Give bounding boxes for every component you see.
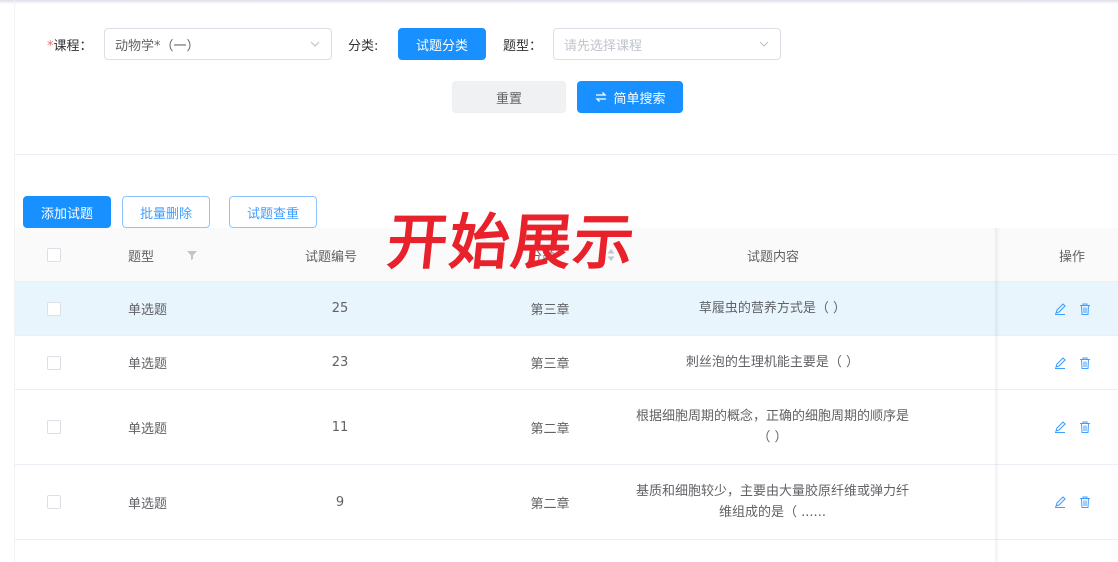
row-type: 单选题: [128, 357, 168, 372]
row-ops: [1053, 336, 1092, 389]
row-content: 草履虫的营养方式是（ ）: [698, 301, 847, 316]
simple-search-label: 简单搜索: [613, 91, 666, 107]
course-select[interactable]: 动物学*（一）: [104, 28, 332, 60]
header-ops: 操作: [1059, 228, 1085, 282]
header-content-label: 试题内容: [747, 249, 800, 265]
select-all-cell[interactable]: [47, 228, 61, 282]
row-checkbox-cell[interactable]: [47, 282, 61, 335]
chevron-down-icon: [759, 41, 769, 47]
row-checkbox[interactable]: [47, 355, 61, 370]
overlay-caption: 开始展示: [383, 208, 640, 278]
category-button[interactable]: 试题分类: [398, 28, 486, 60]
row-checkbox-cell[interactable]: [47, 390, 61, 464]
course-label: *课程：: [47, 35, 93, 54]
trash-icon[interactable]: [1078, 356, 1092, 370]
table-row[interactable]: 单选题 9 第二章 基质和细胞较少，主要由大量胶原纤维或弹力纤维组成的是（ ..…: [15, 465, 1118, 540]
edit-icon[interactable]: [1053, 356, 1067, 370]
row-ops: [1053, 282, 1092, 335]
row-checkbox-cell[interactable]: [47, 336, 61, 389]
header-number-label: 试题编号: [305, 249, 358, 265]
row-ops: [1053, 465, 1092, 539]
divider: [15, 154, 1118, 155]
row-type: 单选题: [128, 496, 168, 512]
type-label: 题型：: [503, 39, 543, 54]
duplicate-check-button[interactable]: 试题查重: [229, 196, 317, 228]
trash-icon[interactable]: [1078, 495, 1092, 509]
row-checkbox[interactable]: [47, 301, 61, 316]
fixed-column-shadow: [995, 228, 1000, 562]
edit-icon[interactable]: [1053, 495, 1067, 509]
filter-icon-cell[interactable]: [185, 228, 199, 282]
trash-icon[interactable]: [1078, 420, 1092, 434]
type-select-placeholder: 请先选择课程: [564, 38, 643, 54]
batch-delete-button[interactable]: 批量删除: [122, 196, 210, 228]
top-shadow: [0, 0, 1118, 4]
row-checkbox[interactable]: [47, 495, 61, 509]
row-category: 第二章: [530, 496, 570, 512]
category-label: 分类:: [348, 39, 379, 54]
header-content: 试题内容: [747, 228, 799, 282]
select-all-checkbox[interactable]: [47, 248, 61, 262]
chevron-down-icon: [310, 41, 320, 47]
course-label-text: 课程：: [53, 39, 93, 54]
row-content: 根据细胞周期的概念，正确的细胞周期的顺序是（ ）: [635, 409, 909, 445]
header-ops-label: 操作: [1059, 249, 1086, 265]
row-number: 25: [331, 301, 349, 316]
table-row[interactable]: 单选题 25 第三章 草履虫的营养方式是（ ）: [15, 282, 1118, 336]
row-type: 单选题: [128, 303, 168, 318]
reset-button[interactable]: 重置: [452, 81, 566, 113]
row-checkbox[interactable]: [47, 420, 61, 434]
edit-icon[interactable]: [1053, 420, 1067, 434]
edit-icon[interactable]: [1053, 302, 1067, 316]
filter-icon[interactable]: [185, 248, 199, 262]
header-type: 题型: [128, 228, 154, 282]
row-content: 刺丝泡的生理机能主要是（ ）: [685, 355, 860, 370]
switch-icon: [595, 92, 608, 102]
header-number[interactable]: 试题编号: [305, 228, 357, 282]
row-number: 23: [331, 355, 349, 370]
row-checkbox-cell[interactable]: [47, 465, 61, 539]
row-category: 第三章: [530, 303, 570, 318]
row-number: 11: [331, 419, 349, 435]
row-content: 基质和细胞较少，主要由大量胶原纤维或弹力纤维组成的是（ ......: [635, 484, 909, 520]
simple-search-button[interactable]: 简单搜索: [577, 81, 683, 113]
table-row[interactable]: 单选题 23 第三章 刺丝泡的生理机能主要是（ ）: [15, 336, 1118, 390]
row-category: 第二章: [530, 421, 570, 437]
row-category: 第三章: [530, 357, 570, 372]
row-ops: [1053, 390, 1092, 464]
table-row[interactable]: 单选题 11 第二章 根据细胞周期的概念，正确的细胞周期的顺序是（ ）: [15, 390, 1118, 465]
course-select-value: 动物学*（一）: [115, 38, 200, 54]
type-select[interactable]: 请先选择课程: [553, 28, 781, 60]
trash-icon[interactable]: [1078, 302, 1092, 316]
row-number: 9: [335, 494, 345, 510]
row-type: 单选题: [128, 421, 168, 437]
header-type-label: 题型: [128, 249, 155, 265]
add-question-button[interactable]: 添加试题: [23, 196, 111, 228]
